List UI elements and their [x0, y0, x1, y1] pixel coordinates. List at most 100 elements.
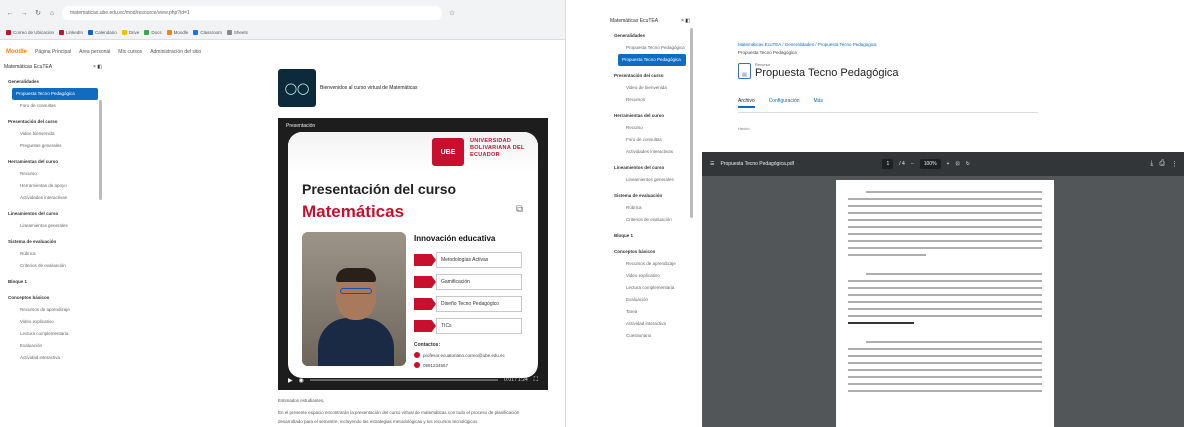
sidebar-item[interactable]: Recursos de aprendizaje [4, 304, 102, 316]
sidebar-item[interactable]: Criterios de evaluación [4, 260, 102, 272]
sidebar-item[interactable]: Sistema de evaluación [4, 236, 102, 248]
sidebar-item[interactable]: Propuesta Tecno Pedagógica [610, 42, 690, 54]
sidebar-item[interactable]: Actividades interactivas [610, 146, 690, 158]
feature-arrow-icon [414, 276, 436, 288]
moodle-nav-item[interactable]: Área personal [79, 49, 110, 55]
sidebar-item[interactable]: Propuesta Tecno Pedagógica [12, 88, 98, 100]
moodle-nav-item[interactable]: Página Principal [35, 49, 71, 55]
sidebar-item[interactable]: Rúbrica [610, 202, 690, 214]
sidebar-item[interactable]: Lectura complementaria [4, 328, 102, 340]
volume-icon[interactable]: ◉ [299, 377, 304, 384]
video-controls: ▶ ◉ 0:01 / 1:24 ⛶ [288, 374, 538, 386]
sidebar-item[interactable]: Herramientas del curso [4, 156, 102, 168]
sidebar-item[interactable]: Sistema de evaluación [610, 190, 690, 202]
bookmark-item[interactable]: Calendario [88, 30, 117, 35]
sidebar-item[interactable]: Lectura complementaria [610, 282, 690, 294]
sidebar-item[interactable]: Tarea [610, 306, 690, 318]
sidebar-item[interactable]: Video explicativo [4, 316, 102, 328]
breadcrumb[interactable]: Matemáticas EcuTEA / Generalidades / Pro… [738, 42, 877, 47]
sidebar-item[interactable]: Actividades interactivas [4, 192, 102, 204]
bookmark-item[interactable]: LinkedIn [59, 30, 83, 35]
sidebar-item[interactable]: Lineamientos del curso [4, 208, 102, 220]
print-icon[interactable]: ⎙ [1159, 160, 1165, 168]
sidebar-item[interactable]: Bloque 1 [610, 230, 690, 242]
share-icon[interactable]: ⧉ [516, 204, 523, 215]
sidebar-item[interactable]: Conceptos básicos [4, 292, 102, 304]
sidebar-item[interactable]: Herramientas de apoyo [4, 180, 102, 192]
url-bar[interactable]: matematicas.ube.edu.ec/mod/resource/view… [62, 6, 442, 20]
sidebar-item[interactable]: Actividad interactiva [610, 318, 690, 330]
fit-page-icon[interactable]: ⊡ [955, 161, 959, 167]
sidebar-item[interactable]: Video explicativo [610, 270, 690, 282]
zoom-out-icon[interactable]: − [911, 161, 914, 167]
sidebar-item[interactable]: Presentación del curso [4, 116, 102, 128]
fullscreen-icon[interactable]: ⛶ [534, 377, 538, 384]
video-progress[interactable] [309, 379, 499, 381]
back-icon[interactable]: ← [6, 10, 14, 17]
sidebar-item[interactable]: Recursos [610, 94, 690, 106]
tab-more[interactable]: Más [814, 98, 823, 108]
sidebar-item[interactable]: Cuestionario [610, 330, 690, 342]
play-icon[interactable]: ▶ [288, 377, 293, 384]
tab-file[interactable]: Archivo [738, 98, 755, 108]
ube-logo: UBE [432, 138, 464, 166]
page-number-input[interactable]: 1 [882, 159, 894, 169]
bookmark-item[interactable]: Docs [144, 30, 162, 35]
sidebar-item[interactable]: Evaluación [4, 340, 102, 352]
sidebar-item[interactable]: Foro de consultas [4, 100, 102, 112]
sidebar-item[interactable]: Recursos de aprendizaje [610, 258, 690, 270]
forward-icon[interactable]: → [20, 10, 28, 17]
zoom-in-icon[interactable]: + [947, 161, 950, 167]
menu-icon[interactable]: ☰ [710, 161, 714, 167]
zoom-level[interactable]: 100% [919, 159, 941, 169]
sidebar-item[interactable]: Lineamientos generales [4, 220, 102, 232]
sidebar-item[interactable]: Recurso [610, 122, 690, 134]
bookmark-item[interactable]: Drive [121, 30, 139, 35]
pdf-text-line [848, 369, 1042, 371]
sidebar-item[interactable]: Video de bienvenida [610, 82, 690, 94]
sidebar-item[interactable]: Propuesta Tecno Pedagógica [618, 54, 686, 66]
sidebar-item[interactable]: Evaluación [610, 294, 690, 306]
moodle-nav-item[interactable]: Mis cursos [118, 49, 142, 55]
sidebar-item[interactable]: Rúbrica [4, 248, 102, 260]
more-icon[interactable]: ⋮ [1171, 160, 1178, 168]
slide-subject: Matemáticas [302, 202, 405, 221]
course-title: Bienvenidos al curso virtual de Matemáti… [320, 85, 418, 91]
sidebar-item[interactable]: Lineamientos generales [610, 174, 690, 186]
reload-icon[interactable]: ↻ [34, 9, 42, 17]
sidebar-item[interactable]: Recurso [4, 168, 102, 180]
moodle-logo[interactable]: Moodle [6, 49, 27, 55]
home-icon[interactable]: ⌂ [48, 10, 56, 17]
sidebar-item[interactable]: Bloque 1 [4, 276, 102, 288]
bookmark-item[interactable]: Sheets [226, 30, 248, 35]
sidebar-item[interactable]: Lineamientos del curso [610, 162, 690, 174]
innovation-title: Innovación educativa [414, 234, 496, 243]
close-icon[interactable]: × ◧ [93, 64, 102, 70]
pdf-file-icon: ▤ [738, 62, 751, 79]
star-icon[interactable]: ☆ [448, 9, 456, 17]
sidebar-item[interactable]: Herramientas del curso [610, 110, 690, 122]
download-icon[interactable]: ⤓ [1150, 160, 1153, 168]
bookmark-item[interactable]: Moodle [166, 30, 188, 35]
video-player[interactable]: Presentación UBE UNIVERSIDAD BOLIVARIANA… [278, 118, 548, 390]
tab-settings[interactable]: Configuración [769, 98, 800, 108]
rotate-icon[interactable]: ↻ [966, 161, 970, 167]
pdf-text-line [848, 226, 1042, 228]
moodle-nav-item[interactable]: Administración del sitio [150, 49, 201, 55]
sidebar-item[interactable]: Generalidades [4, 76, 102, 88]
sidebar-scrollbar[interactable] [99, 100, 102, 200]
pdf-viewer[interactable]: ☰ Propuesta Tecno Pedagógica.pdf 1 / 4 −… [702, 152, 1184, 427]
sidebar-scrollbar-right[interactable] [690, 28, 693, 218]
bookmark-item[interactable]: Correo de Ubicacion [6, 30, 54, 35]
sidebar-item[interactable]: Conceptos básicos [610, 246, 690, 258]
sidebar-item[interactable]: Presentación del curso [610, 70, 690, 82]
pdf-text-line [848, 294, 1042, 296]
sidebar-item[interactable]: Preguntas generales [4, 140, 102, 152]
bookmark-item[interactable]: Classroom [193, 30, 222, 35]
sidebar-item[interactable]: Actividad interactiva [4, 352, 102, 364]
sidebar-item[interactable]: Foro de consultas [610, 134, 690, 146]
close-icon[interactable]: × ◧ [681, 18, 690, 24]
sidebar-item[interactable]: Generalidades [610, 30, 690, 42]
sidebar-item[interactable]: Video bienvenida [4, 128, 102, 140]
sidebar-item[interactable]: Criterios de evaluación [610, 214, 690, 226]
